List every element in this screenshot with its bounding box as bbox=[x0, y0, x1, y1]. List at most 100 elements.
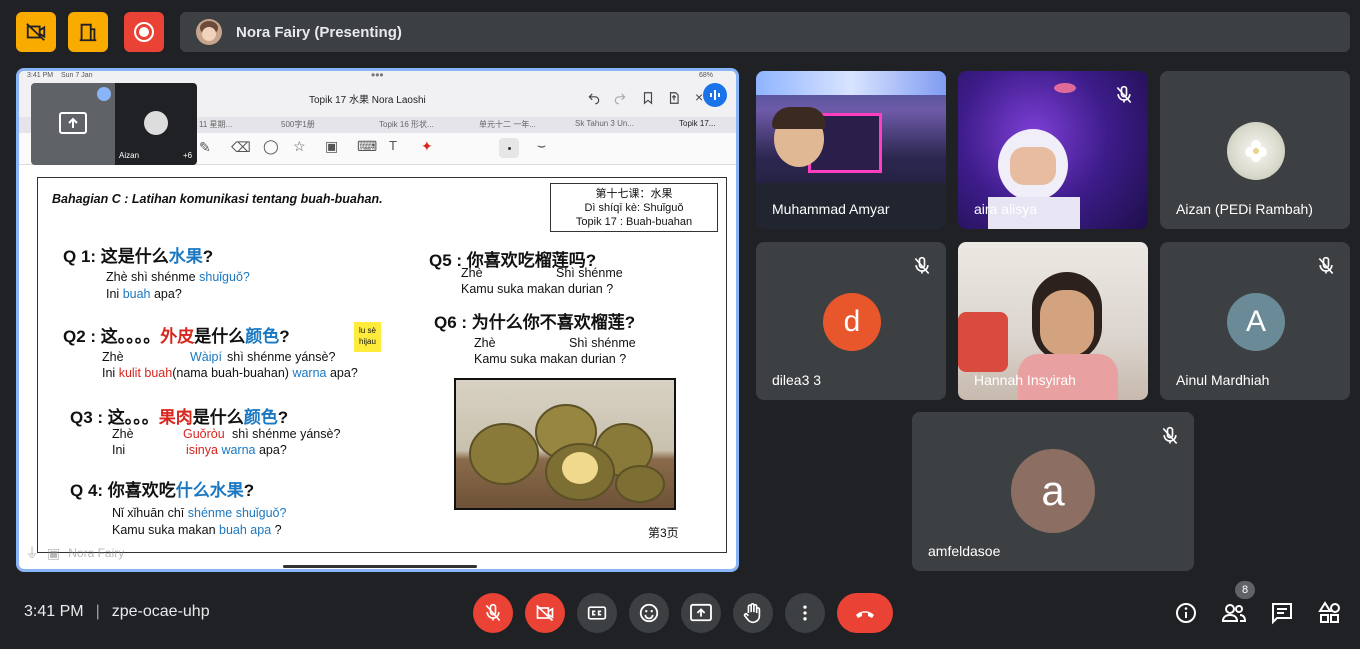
tab-active[interactable]: Topik 17... bbox=[679, 119, 715, 128]
participant-name: aira alisya bbox=[974, 201, 1038, 217]
question-2: Q2 : 这。。。。外皮是什么颜色? bbox=[63, 322, 290, 347]
mic-off-icon bbox=[485, 603, 501, 622]
participant-tile[interactable]: Aizan (PEDi Rambah) bbox=[1160, 71, 1350, 229]
raise-hand-button[interactable] bbox=[733, 593, 773, 633]
q2-malay-a: Ini bbox=[102, 366, 116, 380]
home-indicator bbox=[283, 565, 477, 568]
hand-icon bbox=[743, 603, 761, 624]
close-icon[interactable]: × bbox=[695, 89, 703, 105]
pen-tool-icon[interactable]: ✎ bbox=[199, 139, 211, 156]
q1-malay: Ini buah apa? bbox=[106, 287, 182, 301]
pen-stroke-selector[interactable]: ⌣ bbox=[537, 137, 546, 154]
initial-avatar: a bbox=[1011, 449, 1095, 533]
export-icon[interactable] bbox=[667, 91, 681, 105]
lesson-box-line2: Dì shíqī kè: Shuǐguǒ bbox=[584, 202, 684, 214]
q2-pinyin-c: shì shénme yánsè? bbox=[227, 350, 336, 364]
camera-button[interactable] bbox=[525, 593, 565, 633]
keyboard-tool-icon[interactable]: ⌨ bbox=[357, 138, 377, 155]
q6-pinyin-b: Shì shénme bbox=[569, 336, 636, 350]
hide-self-view-button[interactable] bbox=[16, 12, 56, 52]
mic-off-icon bbox=[1116, 85, 1132, 104]
q3-pinyin-a: Zhè bbox=[112, 427, 134, 441]
q1-pinyin-b: shuǐguǒ? bbox=[199, 270, 250, 284]
lesson-box-line1: 第十七课：水果 bbox=[595, 188, 673, 200]
audio-bars-icon bbox=[710, 90, 720, 100]
text-tool-icon[interactable]: T bbox=[389, 138, 397, 153]
more-options-button[interactable] bbox=[785, 593, 825, 633]
eraser-tool-icon[interactable]: ⌫ bbox=[231, 139, 251, 156]
battery-level: 68% bbox=[699, 72, 714, 79]
activities-button[interactable] bbox=[1317, 600, 1343, 626]
tab[interactable]: 11 星期... bbox=[199, 119, 232, 130]
emoji-icon bbox=[639, 603, 659, 623]
sticky-note[interactable]: lu sè hijau bbox=[354, 322, 381, 352]
q4-malay-b: buah apa bbox=[219, 523, 272, 537]
shared-screen[interactable]: 3:41 PM Sun 7 Jan ••• 68% Topik 17 水果 No… bbox=[16, 68, 739, 572]
tab[interactable]: Topik 16 形状... bbox=[379, 119, 434, 130]
participant-tile[interactable]: Muhammad Amyar bbox=[756, 71, 946, 229]
q4-malay-a: Kamu suka makan bbox=[112, 523, 216, 537]
question-6: Q6 : 为什么你不喜欢榴莲? bbox=[434, 313, 636, 332]
q1-malay-a: Ini bbox=[106, 287, 120, 301]
pip-count: +6 bbox=[183, 151, 193, 160]
undo-icon[interactable] bbox=[587, 91, 601, 105]
tab[interactable]: 500字1册 bbox=[281, 119, 315, 130]
chat-button[interactable] bbox=[1269, 600, 1295, 626]
meeting-code: zpe-ocae-uhp bbox=[111, 603, 210, 620]
participant-tile[interactable]: Hannah Insyirah bbox=[958, 242, 1148, 400]
q2-malay-d: warna bbox=[292, 366, 327, 380]
participant-tile[interactable]: aira alisya bbox=[958, 71, 1148, 229]
shapes-icon bbox=[1318, 601, 1340, 623]
q4-malay: Kamu suka makan buah apa ? bbox=[112, 523, 282, 537]
lasso-tool-icon[interactable]: ◯ bbox=[263, 138, 279, 155]
doc-title[interactable]: Topik 17 水果 Nora Laoshi bbox=[309, 91, 426, 106]
participant-tile[interactable]: d dilea3 3 bbox=[756, 242, 946, 400]
multitask-dots[interactable]: ••• bbox=[371, 71, 384, 82]
speaking-indicator bbox=[703, 83, 727, 107]
meeting-details-button[interactable] bbox=[1173, 600, 1199, 626]
status-date: Sun 7 Jan bbox=[61, 72, 93, 79]
presenter-label: Nora Fairy (Presenting) bbox=[236, 23, 402, 41]
present-button[interactable] bbox=[681, 593, 721, 633]
pip-participant-tile[interactable]: Aizan +6 bbox=[115, 83, 197, 165]
recording-button[interactable] bbox=[124, 12, 164, 52]
leave-call-button[interactable] bbox=[837, 593, 893, 633]
reactions-button[interactable] bbox=[629, 593, 669, 633]
picture-in-picture[interactable]: Aizan +6 bbox=[31, 83, 197, 165]
presenter-bar: Nora Fairy (Presenting) bbox=[180, 12, 1350, 52]
q3-text: Q3 : 这。。。 bbox=[70, 408, 159, 427]
laser-tool-icon[interactable]: ✦ bbox=[421, 138, 433, 155]
participant-name: Muhammad Amyar bbox=[772, 201, 890, 217]
layout-button[interactable] bbox=[68, 12, 108, 52]
shape-tool-icon[interactable]: ☆ bbox=[293, 138, 306, 155]
participant-tile[interactable]: a amfeldasoe bbox=[912, 412, 1194, 571]
participant-tile[interactable]: A Ainul Mardhiah bbox=[1160, 242, 1350, 400]
pen-size-selector[interactable] bbox=[499, 138, 519, 158]
screen-icon: ▣ bbox=[47, 544, 61, 561]
q1-end: ? bbox=[202, 247, 214, 266]
q3-malay-d: apa? bbox=[258, 443, 287, 457]
pip-avatar bbox=[144, 111, 168, 135]
mic-off-icon bbox=[1318, 256, 1334, 275]
redo-icon[interactable] bbox=[613, 91, 627, 105]
more-vert-icon bbox=[803, 605, 807, 621]
pip-label: Aizan bbox=[119, 151, 140, 160]
q4-pinyin-b: shénme shuǐguǒ? bbox=[187, 506, 287, 520]
lesson-box-line3: Topik 17 : Buah-buahan bbox=[575, 216, 693, 228]
people-button[interactable] bbox=[1221, 600, 1247, 626]
video-off-icon bbox=[536, 604, 554, 622]
q4-pinyin: Nǐ xǐhuān chī shénme shuǐguǒ? bbox=[112, 506, 286, 520]
tab[interactable]: 单元十二 一年... bbox=[479, 119, 536, 130]
tab[interactable]: Sk Tahun 3 Un... bbox=[575, 119, 634, 128]
clock: 3:41 PM bbox=[24, 603, 84, 620]
captions-button[interactable] bbox=[577, 593, 617, 633]
microphone-button[interactable] bbox=[473, 593, 513, 633]
durian-illustration bbox=[469, 404, 665, 503]
present-screen-icon bbox=[59, 112, 87, 134]
building-icon bbox=[79, 23, 97, 42]
presenter-avatar bbox=[196, 19, 222, 45]
bookmark-icon[interactable] bbox=[641, 91, 655, 105]
image-tool-icon[interactable]: ▣ bbox=[325, 138, 338, 155]
q2-malay-b: kulit buah bbox=[118, 366, 173, 380]
q3-red: 果肉 bbox=[158, 408, 193, 427]
